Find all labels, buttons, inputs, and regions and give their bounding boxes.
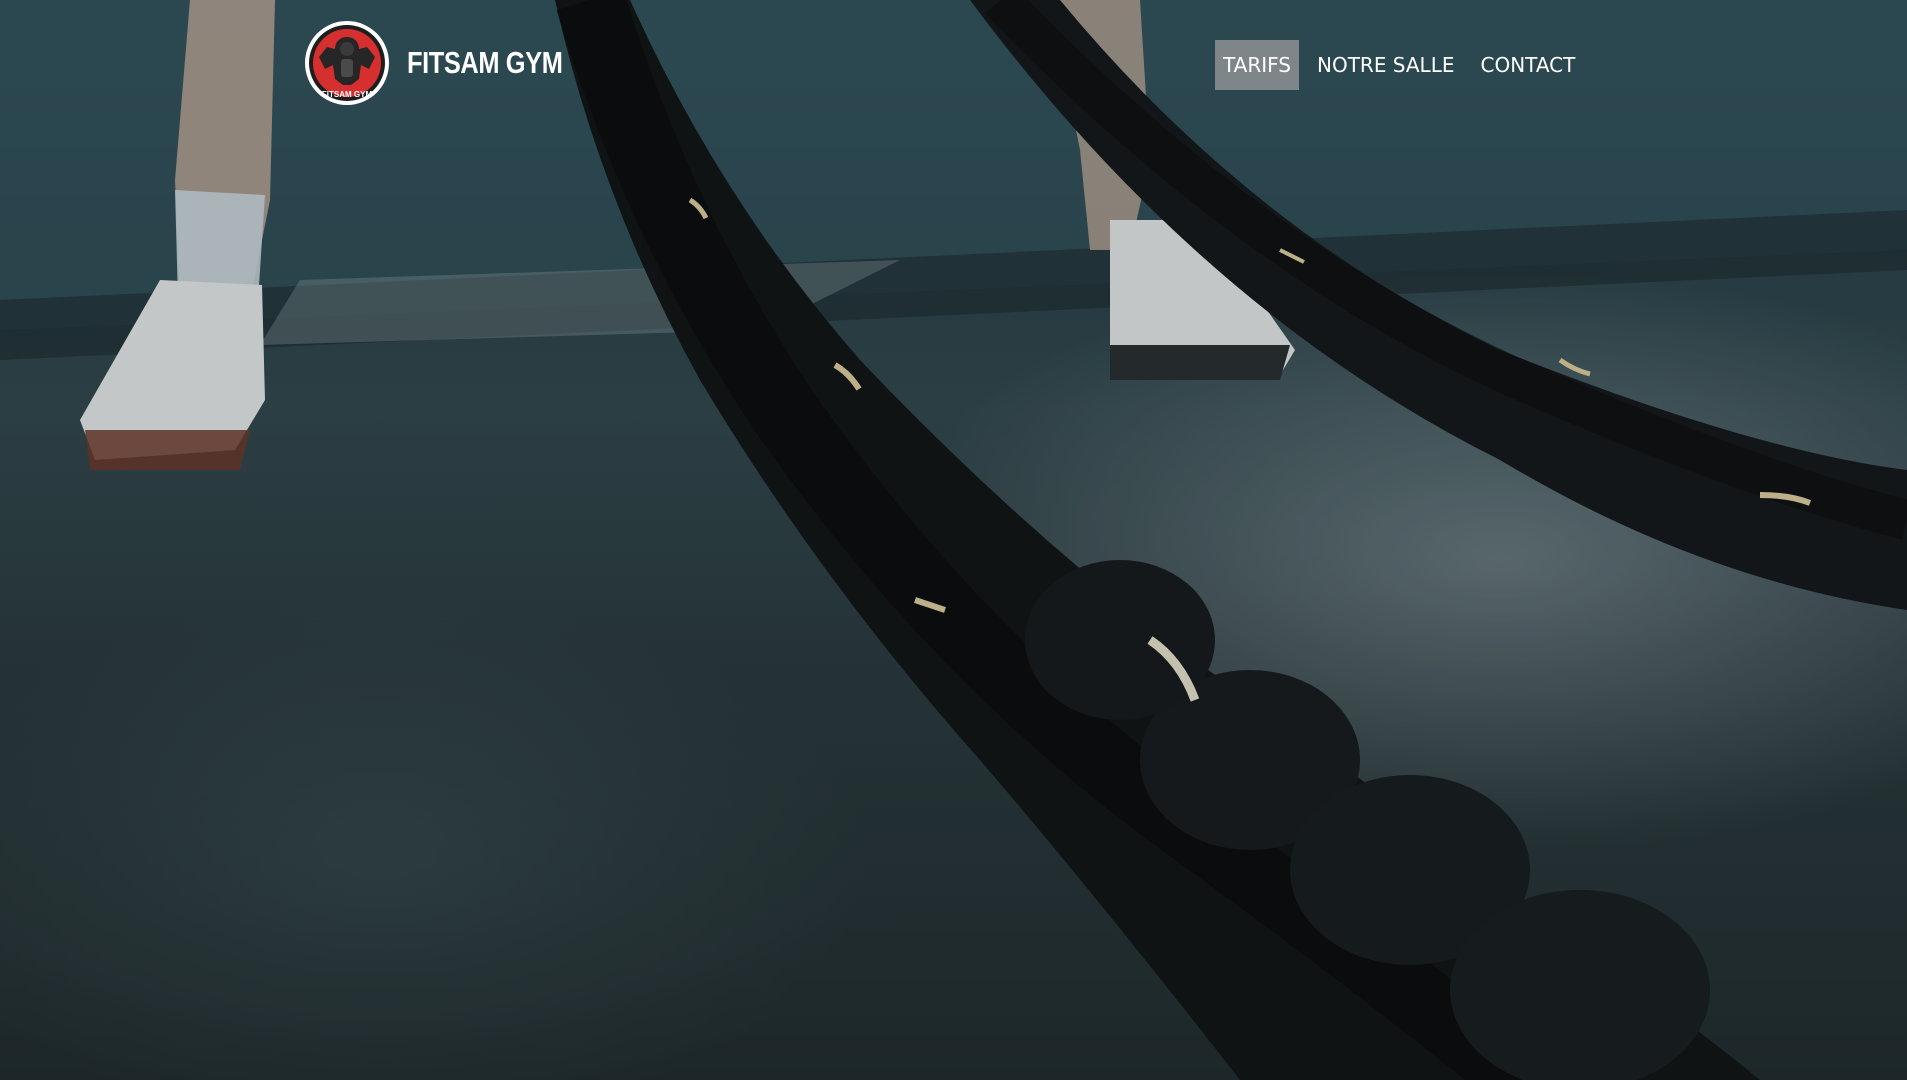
main-navigation: TARIFS NOTRE SALLE CONTACT (1215, 40, 1583, 90)
brand-name: FITSAM GYM (407, 45, 563, 80)
gym-logo: FITSAM GYM (305, 21, 389, 105)
nav-link-tarifs[interactable]: TARIFS (1215, 40, 1299, 90)
logo-caption: FITSAM GYM (322, 90, 373, 99)
hero-background (0, 0, 1907, 1080)
top-navbar: FITSAM GYM FITSAM GYM TARIFS NOTRE SALLE… (0, 0, 1907, 125)
hero-dark-overlay (0, 0, 1907, 1080)
brand-home-link[interactable]: FITSAM GYM FITSAM GYM (303, 18, 597, 108)
nav-link-contact[interactable]: CONTACT (1472, 40, 1583, 90)
nav-link-notre-salle[interactable]: NOTRE SALLE (1309, 40, 1462, 90)
